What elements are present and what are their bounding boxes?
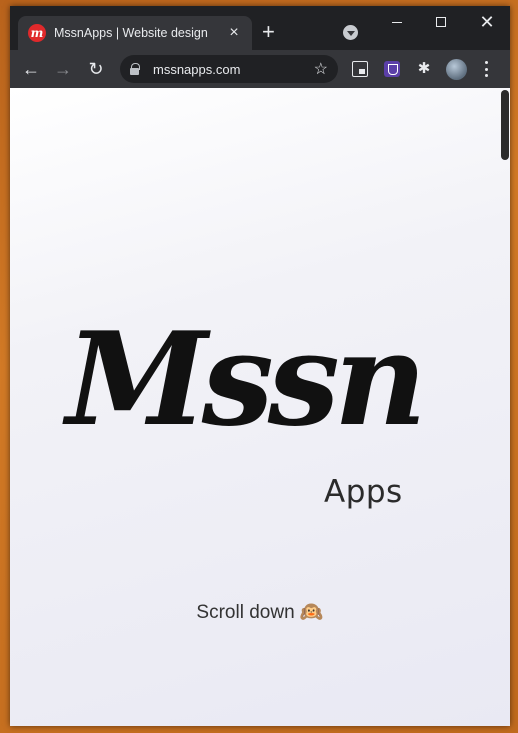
logo-wordmark: Mssn xyxy=(66,305,427,455)
scroll-hint: Scroll down 🙉 xyxy=(196,602,324,623)
close-icon[interactable]: ✕ xyxy=(464,12,510,32)
picture-in-picture-icon[interactable] xyxy=(352,61,368,77)
extension-icon[interactable] xyxy=(384,61,400,77)
forward-icon[interactable]: → xyxy=(53,59,73,79)
tab-strip: m MssnApps | Website design × + ✕ xyxy=(10,6,510,50)
browser-toolbar: ← → ↻ mssnapps.com ☆ ✱ xyxy=(10,50,510,88)
address-bar[interactable]: mssnapps.com ☆ xyxy=(120,55,338,83)
puzzle-icon[interactable]: ✱ xyxy=(416,61,432,77)
lock-icon[interactable] xyxy=(130,63,140,75)
new-tab-icon[interactable]: + xyxy=(262,21,275,43)
reload-icon[interactable]: ↻ xyxy=(86,59,106,79)
tab-mssnapps[interactable]: m MssnApps | Website design × xyxy=(18,16,252,50)
tab-title: MssnApps | Website design xyxy=(54,26,208,40)
maximize-icon[interactable] xyxy=(418,12,464,32)
scrollbar-thumb[interactable] xyxy=(501,90,509,160)
tab-search-icon[interactable] xyxy=(343,25,358,40)
scrollbar[interactable] xyxy=(500,88,510,726)
browser-window: m MssnApps | Website design × + ✕ ← → ↻ … xyxy=(10,6,510,726)
url-text[interactable]: mssnapps.com xyxy=(153,62,314,77)
profile-avatar[interactable] xyxy=(446,59,467,80)
favicon-icon: m xyxy=(28,24,46,42)
star-icon[interactable]: ☆ xyxy=(314,59,328,79)
minimize-icon[interactable] xyxy=(374,12,420,32)
back-icon[interactable]: ← xyxy=(21,59,41,79)
logo-subtitle: Apps xyxy=(324,474,403,510)
menu-icon[interactable] xyxy=(484,61,488,77)
tab-close-icon[interactable]: × xyxy=(226,24,242,42)
page-viewport: Mssn Apps Scroll down 🙉 xyxy=(10,88,510,726)
